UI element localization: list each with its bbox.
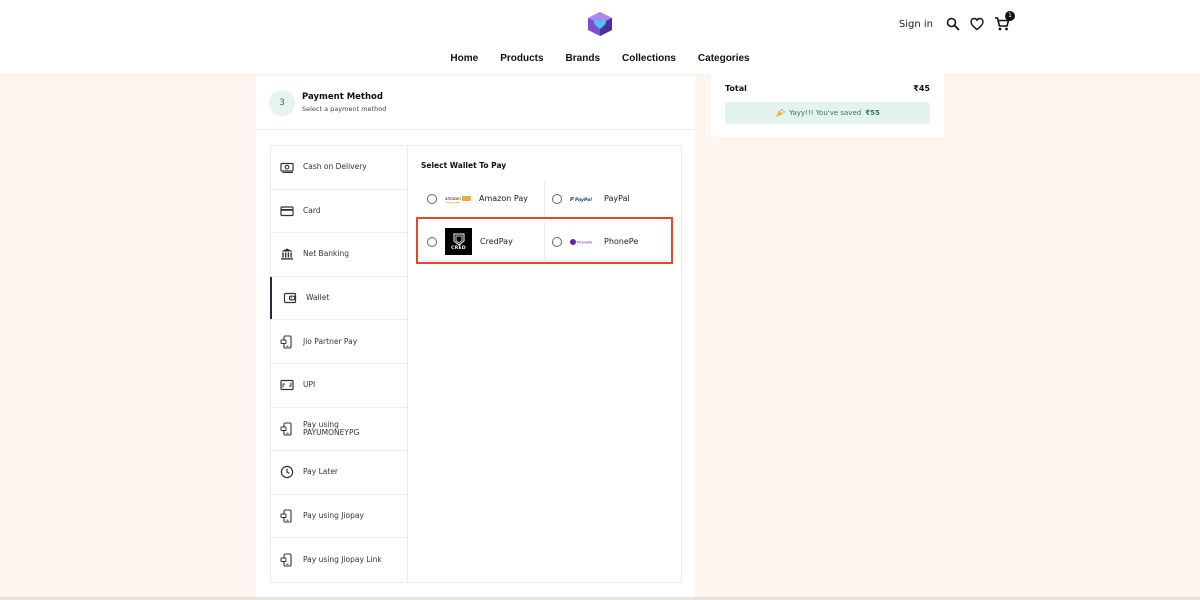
total-label: Total [725,84,747,93]
phone-pay-icon [280,509,292,523]
wallet-row: amazon pay Amazon Pay P PayPal PayPal [420,180,668,218]
nav-home[interactable]: Home [450,53,478,64]
svg-text:PayPal: PayPal [575,197,592,203]
card-icon [280,206,294,216]
method-label: Pay using PAYUMONEYPG [303,419,360,437]
phone-pay-icon [280,422,292,436]
sign-in-link[interactable]: Sign in [899,19,933,30]
method-label: UPI [303,380,316,390]
wallet-row: CRED CredPay PhonePe PhonePe [420,223,668,261]
method-label: Pay Later [303,467,339,477]
bank-icon [281,248,293,261]
method-card[interactable]: Card [271,190,407,234]
cart-count-badge: 1 [1005,11,1015,21]
payment-method-card: 3 Payment Method Select a payment method… [256,77,695,600]
header-actions: Sign in 1 [899,11,1015,34]
site-header: Sign in 1 Home Products Brands Collectio… [0,0,1200,73]
party-popper-icon [776,109,785,117]
method-net-banking[interactable]: Net Banking [271,233,407,277]
wallet-options-panel: Select Wallet To Pay amazon pay Amazon P… [408,146,681,582]
upi-icon [280,380,294,391]
method-label: Pay using Jiopay Link [303,555,382,565]
method-label: Jio Partner Pay [303,336,358,346]
main-nav: Home Products Brands Collections Categor… [0,53,1200,64]
payment-subtitle: Select a payment method [302,105,387,113]
wallet-name: PayPal [604,194,630,203]
payment-step-header: 3 Payment Method Select a payment method [256,77,695,130]
method-label: Net Banking [303,249,349,259]
savings-amount: ₹55 [865,109,880,117]
savings-text: Yayy!!! You've saved [789,109,862,117]
paypal-radio[interactable] [552,193,562,204]
method-pay-later[interactable]: Pay Later [271,451,407,495]
svg-text:PhonePe: PhonePe [577,240,593,244]
wallet-name: PhonePe [604,237,639,246]
cred-logo: CRED [445,228,472,255]
wallet-grid: amazon pay Amazon Pay P PayPal PayPal CR… [420,180,668,266]
wallet-option-amazon-pay[interactable]: amazon pay Amazon Pay [420,180,544,217]
order-summary-card: Total ₹45 Yayy!!! You've saved ₹55 [711,73,944,137]
paypal-logo: P PayPal [570,192,596,206]
method-upi[interactable]: UPI [271,364,407,408]
phonepe-radio[interactable] [552,236,562,247]
method-jiopay[interactable]: Pay using Jiopay [271,495,407,539]
amazon-pay-radio[interactable] [427,193,437,204]
method-cash-on-delivery[interactable]: Cash on Delivery [271,146,407,190]
nav-brands[interactable]: Brands [566,53,600,64]
wallet-section-title: Select Wallet To Pay [421,161,507,170]
method-label: Pay using Jiopay [303,511,364,521]
phone-pay-icon [280,335,292,349]
svg-text:P: P [570,197,574,203]
cash-icon [280,163,294,174]
payment-title: Payment Method [302,92,383,102]
wallet-option-phonepe[interactable]: PhonePe PhonePe [544,223,668,260]
phone-pay-icon [280,553,292,567]
method-label: Wallet [306,293,330,303]
payment-methods-panel: Cash on Delivery Card Net Banking Wallet… [270,145,682,583]
method-jio-partner-pay[interactable]: Jio Partner Pay [271,320,407,364]
method-jiopay-link[interactable]: Pay using Jiopay Link [271,538,407,582]
amazon-pay-logo: amazon pay [445,192,471,206]
method-wallet[interactable]: Wallet [270,276,407,321]
cart-button[interactable]: 1 [994,11,1015,32]
wallet-name: Amazon Pay [479,194,528,203]
search-icon[interactable] [946,17,960,31]
method-payumoneypg[interactable]: Pay using PAYUMONEYPG [271,408,407,452]
brand-logo[interactable] [587,11,613,37]
phonepe-logo: PhonePe [570,235,596,249]
total-value: ₹45 [913,84,930,93]
wallet-name: CredPay [480,237,513,246]
cred-logo-text: CRED [451,245,466,251]
clock-icon [280,466,294,479]
wallet-option-credpay[interactable]: CRED CredPay [420,223,544,260]
method-label: Cash on Delivery [303,162,367,172]
credpay-radio[interactable] [427,236,437,247]
wallet-icon [283,292,297,304]
nav-products[interactable]: Products [500,53,543,64]
step-number-badge: 3 [269,90,295,116]
nav-collections[interactable]: Collections [622,53,676,64]
nav-categories[interactable]: Categories [698,53,750,64]
savings-banner: Yayy!!! You've saved ₹55 [725,102,930,124]
heart-icon[interactable] [970,17,984,31]
wallet-option-paypal[interactable]: P PayPal PayPal [544,180,668,217]
payment-method-list: Cash on Delivery Card Net Banking Wallet… [270,146,408,582]
method-label: Card [303,205,321,215]
